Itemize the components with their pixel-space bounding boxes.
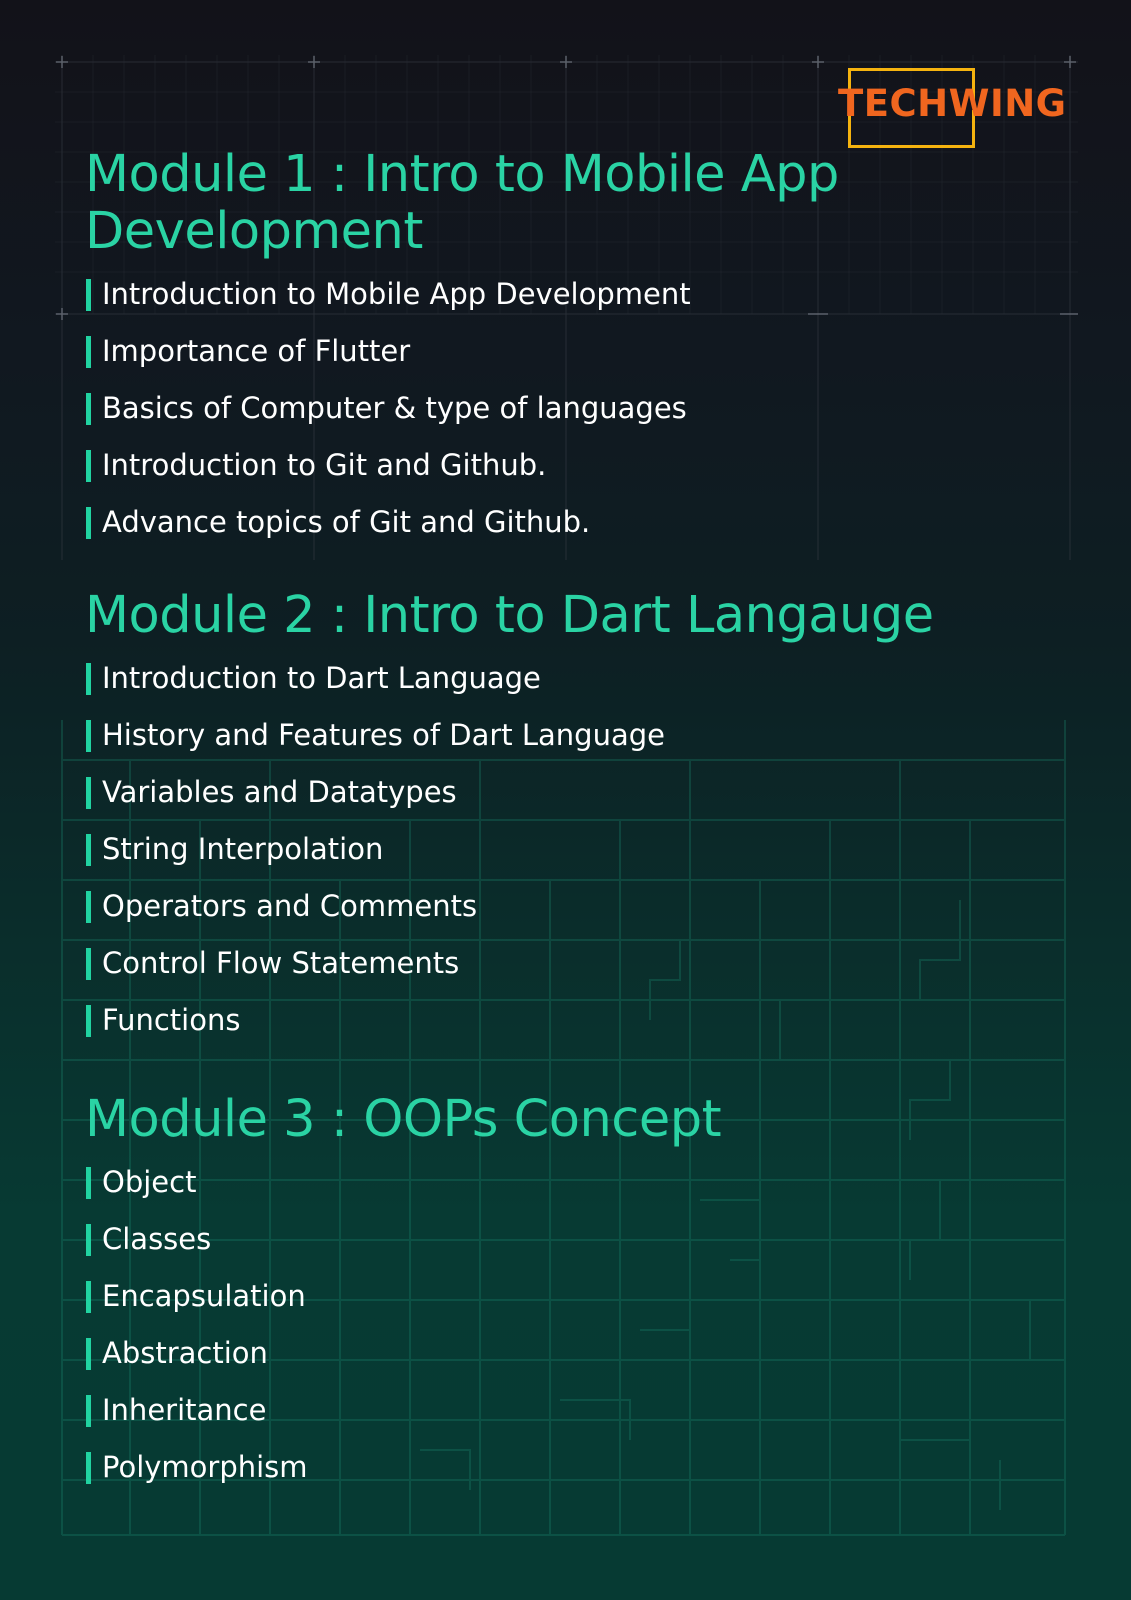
- techwing-logo: TECHWING: [838, 64, 1078, 148]
- module-1: Module 1 : Intro to Mobile App Developme…: [85, 146, 1085, 551]
- list-item: Polymorphism: [85, 1439, 1085, 1496]
- list-item: String Interpolation: [85, 821, 1085, 878]
- module-title: Module 1 : Intro to Mobile App Developme…: [85, 145, 839, 261]
- list-item: Functions: [85, 992, 1085, 1049]
- list-item: Inheritance: [85, 1382, 1085, 1439]
- list-item: Basics of Computer & type of languages: [85, 380, 1085, 437]
- module-2: Module 2 : Intro to Dart Langauge Introd…: [85, 587, 1085, 1049]
- list-item: Introduction to Dart Language: [85, 650, 1085, 707]
- topic-list: Introduction to Mobile App Development I…: [85, 266, 1085, 551]
- module-3: Module 3 : OOPs Concept Object Classes E…: [85, 1091, 1085, 1496]
- topic-list: Object Classes Encapsulation Abstraction…: [85, 1154, 1085, 1496]
- logo-text: TECHWING: [838, 82, 1067, 125]
- curriculum-content: Module 1 : Intro to Mobile App Developme…: [85, 146, 1085, 1496]
- list-item: Classes: [85, 1211, 1085, 1268]
- topic-list: Introduction to Dart Language History an…: [85, 650, 1085, 1049]
- module-title: Module 3 : OOPs Concept: [85, 1090, 722, 1149]
- module-title: Module 2 : Intro to Dart Langauge: [85, 586, 934, 645]
- list-item: Control Flow Statements: [85, 935, 1085, 992]
- list-item: Introduction to Git and Github.: [85, 437, 1085, 494]
- list-item: Object: [85, 1154, 1085, 1211]
- list-item: Introduction to Mobile App Development: [85, 266, 1085, 323]
- list-item: Variables and Datatypes: [85, 764, 1085, 821]
- list-item: Abstraction: [85, 1325, 1085, 1382]
- list-item: Operators and Comments: [85, 878, 1085, 935]
- list-item: Advance topics of Git and Github.: [85, 494, 1085, 551]
- list-item: Importance of Flutter: [85, 323, 1085, 380]
- list-item: History and Features of Dart Language: [85, 707, 1085, 764]
- list-item: Encapsulation: [85, 1268, 1085, 1325]
